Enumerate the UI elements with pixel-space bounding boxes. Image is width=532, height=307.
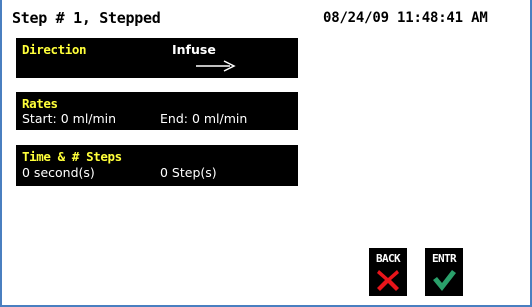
rates-heading: Rates <box>22 96 58 111</box>
direction-panel[interactable]: Direction Infuse <box>16 38 298 78</box>
back-button[interactable]: BACK <box>369 248 407 296</box>
time-steps-heading: Time & # Steps <box>22 149 122 164</box>
enter-button-label: ENTR <box>431 252 457 265</box>
rate-start: Start: 0 ml/min <box>22 111 117 126</box>
steps-value: 0 Step(s) <box>160 165 217 180</box>
enter-button[interactable]: ENTR <box>425 248 463 296</box>
rate-end: End: 0 ml/min <box>160 111 248 126</box>
time-steps-panel[interactable]: Time & # Steps 0 second(s) 0 Step(s) <box>16 145 298 186</box>
date-time-display: 08/24/09 11:48:41 AM <box>323 10 488 26</box>
page-title: Step # 1, Stepped <box>12 9 161 27</box>
right-arrow-icon <box>196 60 236 72</box>
back-button-label: BACK <box>375 252 401 265</box>
rates-panel[interactable]: Rates Start: 0 ml/min End: 0 ml/min <box>16 92 298 130</box>
green-check-icon <box>433 270 456 291</box>
direction-value: Infuse <box>172 42 216 57</box>
time-value: 0 second(s) <box>22 165 95 180</box>
red-x-icon <box>377 270 399 291</box>
direction-heading: Direction <box>22 42 87 57</box>
